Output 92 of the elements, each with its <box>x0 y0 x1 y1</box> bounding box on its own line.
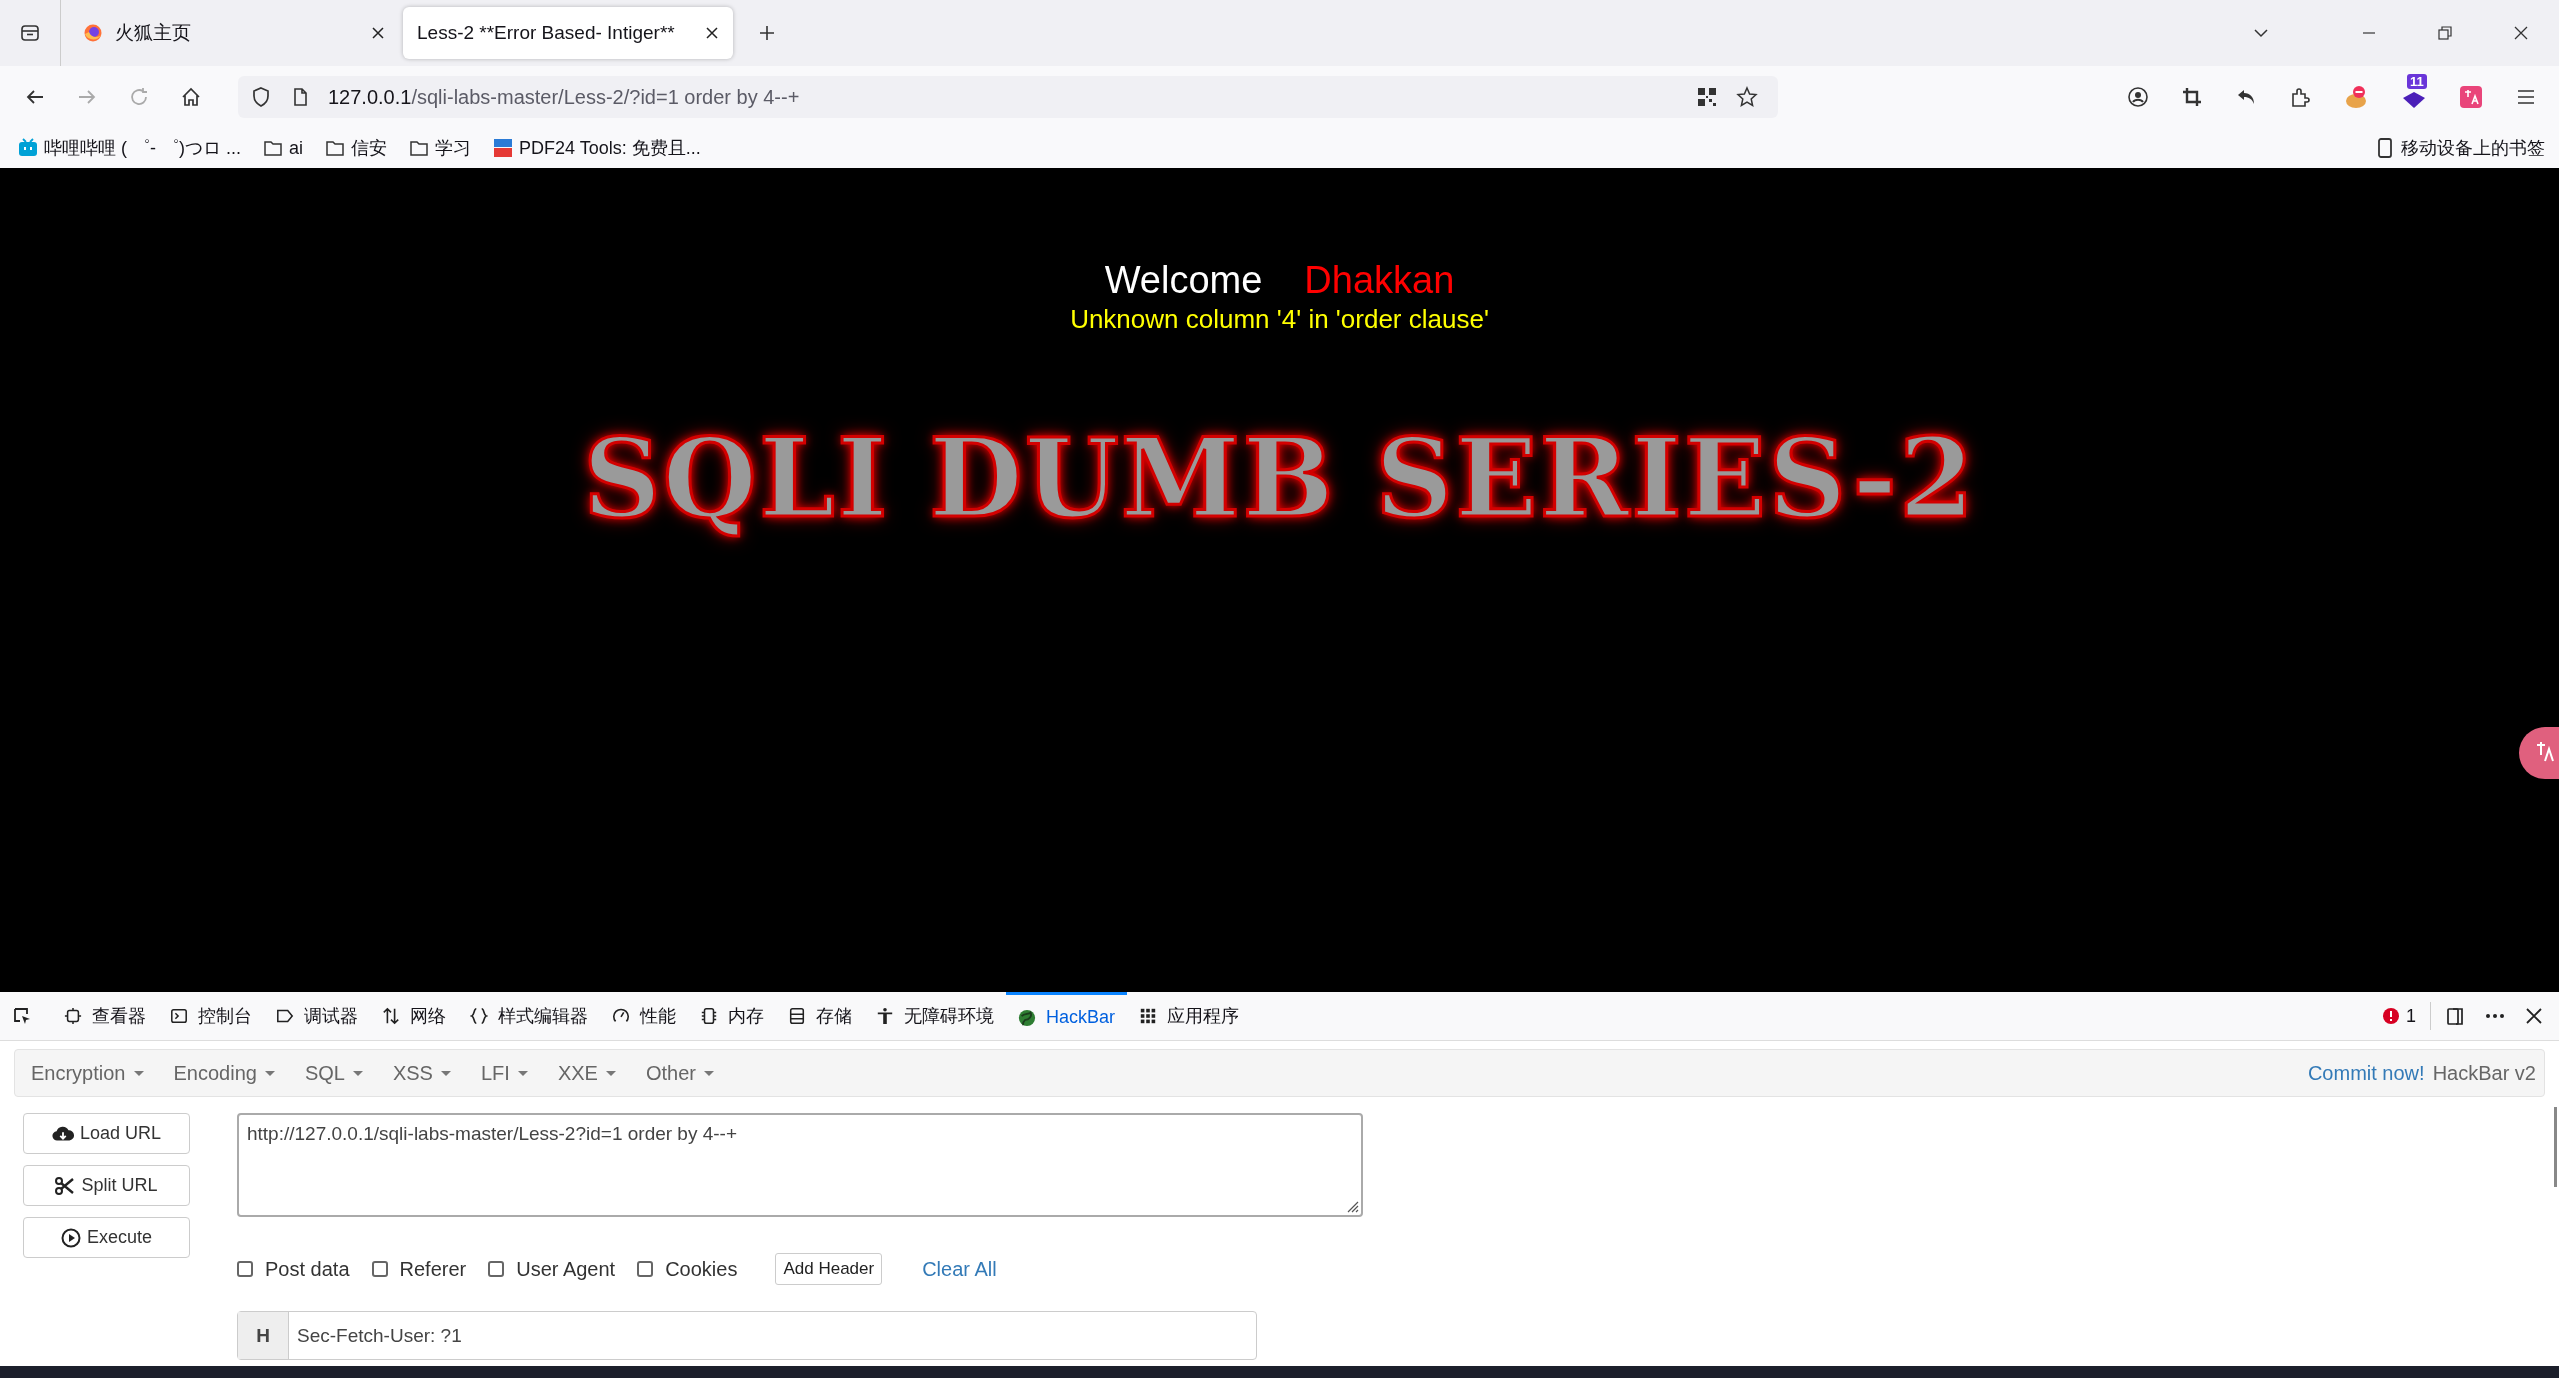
address-bar[interactable]: 127.0.0.1/sqli-labs-master/Less-2/?id=1 order by 4--+ <box>238 76 1778 118</box>
account-icon[interactable] <box>2127 86 2149 108</box>
crop-icon[interactable] <box>2181 86 2203 108</box>
phone-icon <box>2375 138 2395 158</box>
checkbox[interactable] <box>237 1261 253 1277</box>
scrollbar[interactable] <box>2554 1107 2557 1187</box>
error-message: Unknown column '4' in 'order clause' <box>1070 304 1489 335</box>
globe-icon <box>1018 1008 1036 1027</box>
tab-title: Less-2 **Error Based- Intiger** <box>417 22 676 44</box>
bookmark-item[interactable]: 学习 <box>409 136 471 160</box>
devtools-tab[interactable]: 内存 <box>688 992 776 1040</box>
new-tab-icon[interactable] <box>757 23 777 43</box>
qr-code-icon[interactable] <box>1696 86 1718 108</box>
shield-icon[interactable] <box>250 86 272 108</box>
pdf-icon <box>493 138 513 158</box>
devtools-tab[interactable]: 控制台 <box>158 992 264 1040</box>
checkbox[interactable] <box>637 1261 654 1277</box>
bookmark-item[interactable]: 信安 <box>325 136 387 160</box>
tool-icon <box>876 1007 894 1025</box>
tool-icon <box>170 1007 188 1025</box>
mobile-bookmarks-item[interactable]: 移动设备上的书签 <box>2375 136 2545 160</box>
clear-all-link[interactable]: Clear All <box>922 1257 997 1281</box>
tab-title: 火狐主页 <box>115 21 192 45</box>
translate-float-icon[interactable] <box>2519 727 2559 779</box>
devtools-tab[interactable]: 调试器 <box>264 992 370 1040</box>
url-textarea[interactable]: http://127.0.0.1/sqli-labs-master/Less-2?id=1 order by 4--+ <box>237 1113 1363 1217</box>
checkbox[interactable] <box>488 1261 505 1277</box>
checkbox[interactable] <box>371 1261 388 1277</box>
devtools-tab[interactable]: 存储 <box>776 992 864 1040</box>
menu-dropdown[interactable]: LFI <box>480 1061 528 1085</box>
scissors-icon <box>55 1175 76 1196</box>
checkbox-label: Cookies <box>665 1257 738 1281</box>
bookmark-item[interactable]: ai <box>263 137 303 159</box>
folder-icon <box>263 138 283 158</box>
browser-tab[interactable]: Less-2 **Error Based- Intiger** <box>403 7 733 59</box>
checkbox-label: Post data <box>265 1257 350 1281</box>
star-icon[interactable] <box>1736 86 1758 108</box>
close-icon[interactable] <box>371 26 385 40</box>
close-icon[interactable] <box>2525 1007 2543 1025</box>
checkbox-label: Referer <box>399 1257 467 1281</box>
devtools-tab[interactable]: 网络 <box>370 992 458 1040</box>
tool-icon <box>788 1007 806 1025</box>
devtools-tab[interactable]: 查看器 <box>52 992 158 1040</box>
commit-link[interactable]: Commit now! <box>2307 1061 2425 1085</box>
play-circle-icon <box>60 1227 81 1248</box>
header-field[interactable]: H Sec-Fetch-User: ?1 <box>237 1311 1257 1360</box>
version-label: HackBar v2 <box>2432 1061 2536 1085</box>
tool-icon <box>700 1007 718 1025</box>
error-counter[interactable]: 1 <box>2382 1005 2416 1027</box>
welcome-text: Welcome <box>1104 259 1263 302</box>
close-icon[interactable] <box>705 26 719 40</box>
browser-tab[interactable]: 火狐主页 <box>69 7 399 59</box>
add-header-button[interactable]: Add Header <box>775 1253 883 1285</box>
user-name: Dhakkan <box>1304 259 1455 302</box>
responsive-mode-icon[interactable] <box>2445 1006 2465 1026</box>
hackbar-button[interactable]: Execute <box>23 1217 190 1258</box>
extension-icon[interactable] <box>2343 84 2369 110</box>
bookmark-item[interactable]: 哔哩哔哩 ( ゜- ゜)つロ ... <box>18 136 241 160</box>
picker-icon[interactable] <box>12 1006 32 1026</box>
checkbox-label: User Agent <box>516 1257 616 1281</box>
bookmark-item[interactable]: PDF24 Tools: 免费且... <box>493 136 701 160</box>
hackbar-button[interactable]: Load URL <box>23 1113 190 1154</box>
folder-icon <box>409 138 429 158</box>
notification-badge: 11 <box>2407 74 2427 89</box>
menu-dropdown[interactable]: XXE <box>557 1061 616 1085</box>
header-tag: H <box>238 1312 289 1359</box>
folder-icon <box>325 138 345 158</box>
devtools-tab[interactable]: 样式编辑器 <box>458 992 600 1040</box>
tool-icon <box>1139 1007 1158 1025</box>
url-text: 127.0.0.1/sqli-labs-master/Less-2/?id=1 order by 4--+ <box>328 85 800 109</box>
error-icon <box>2382 1007 2400 1025</box>
devtools-tab[interactable]: 无障碍环境 <box>864 992 1006 1040</box>
tool-icon <box>64 1007 82 1025</box>
devtools-tab[interactable]: 性能 <box>600 992 688 1040</box>
devtools-tab[interactable]: 应用程序 <box>1127 992 1252 1040</box>
hackbar-button[interactable]: Split URL <box>23 1165 190 1206</box>
tool-icon <box>470 1007 488 1025</box>
resize-handle-icon[interactable] <box>1345 1199 1359 1213</box>
menu-dropdown[interactable]: XSS <box>392 1061 451 1085</box>
fox-logo-icon <box>83 23 103 43</box>
menu-dropdown[interactable]: Other <box>645 1061 714 1085</box>
tool-icon <box>276 1007 294 1025</box>
menu-dropdown[interactable]: Encoding <box>173 1061 275 1085</box>
tool-icon <box>382 1007 400 1025</box>
translate-icon[interactable] <box>2459 85 2483 109</box>
puzzle-icon[interactable] <box>2289 86 2311 108</box>
banner-title: SQLI DUMB SERIES-2 <box>582 415 1977 541</box>
menu-dropdown[interactable]: SQL <box>304 1061 363 1085</box>
menu-dropdown[interactable]: Encryption <box>31 1061 144 1085</box>
tv-icon <box>18 138 38 158</box>
tab-list-icon[interactable] <box>20 23 40 43</box>
home-icon[interactable] <box>180 86 202 108</box>
